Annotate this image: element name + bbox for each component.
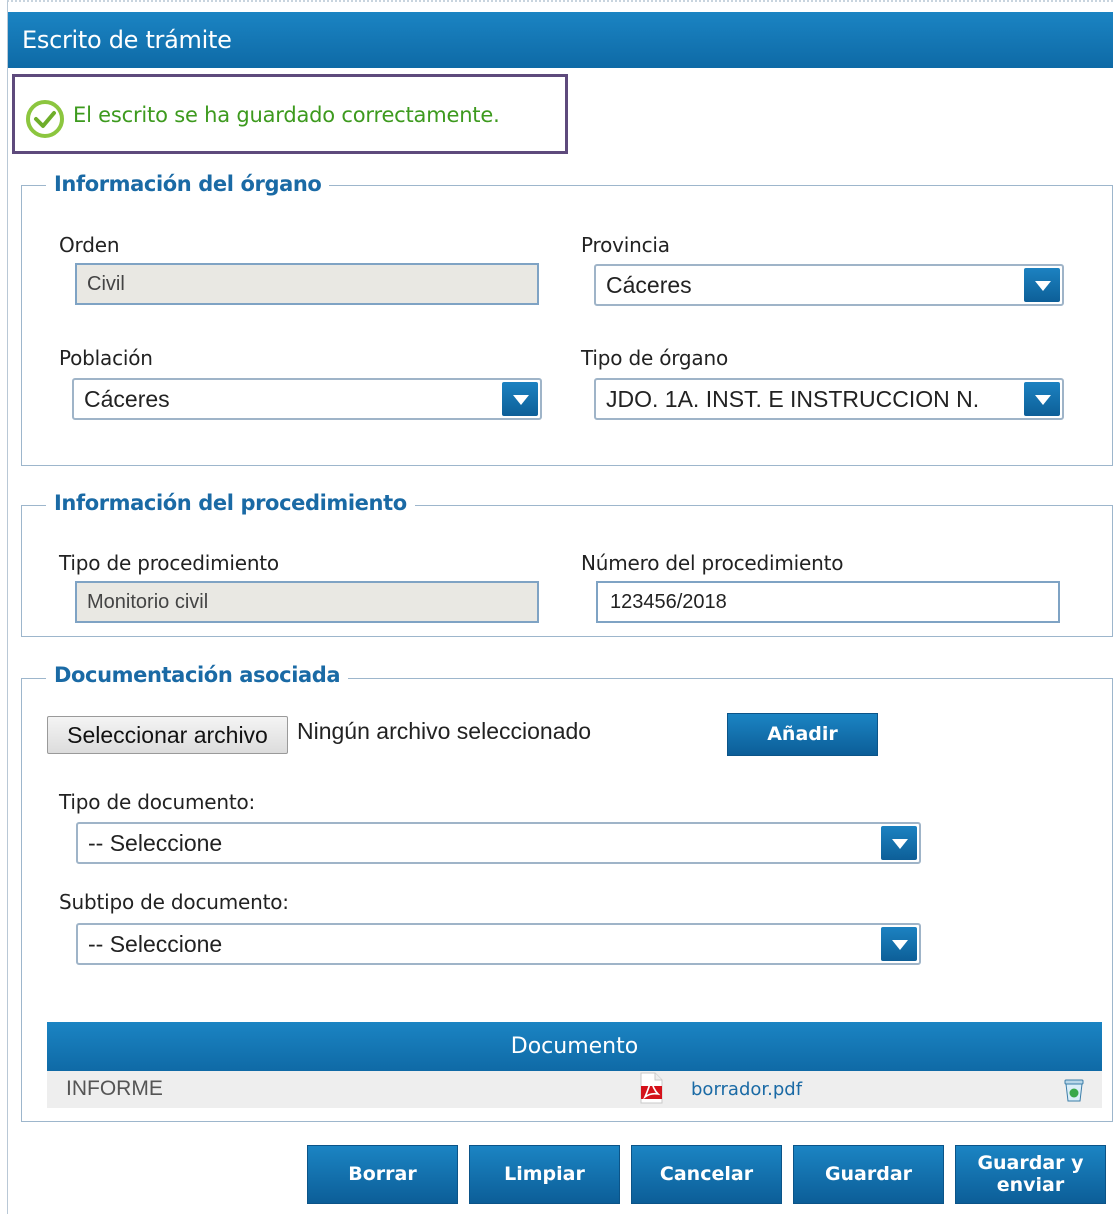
select-file-button[interactable]: Seleccionar archivo bbox=[47, 716, 288, 754]
organo-legend: Información del órgano bbox=[46, 172, 330, 196]
numero-procedimiento-input[interactable]: 123456/2018 bbox=[596, 581, 1060, 623]
success-notice: El escrito se ha guardado correctamente. bbox=[12, 74, 568, 154]
poblacion-value: Cáceres bbox=[84, 386, 170, 412]
file-status: Ningún archivo seleccionado bbox=[297, 718, 592, 744]
tipo-documento-select[interactable]: -- Seleccione bbox=[76, 822, 921, 864]
provincia-select[interactable]: Cáceres bbox=[594, 264, 1064, 306]
table-row: INFORME borrador.pdf bbox=[47, 1071, 1102, 1108]
poblacion-label: Población bbox=[59, 346, 153, 370]
save-and-send-line1: Guardar y bbox=[977, 1151, 1084, 1174]
procedimiento-legend: Información del procedimiento bbox=[46, 491, 415, 515]
provincia-value: Cáceres bbox=[606, 272, 692, 298]
window-title: Escrito de trámite bbox=[8, 12, 1113, 68]
tipo-organo-value: JDO. 1A. INST. E INSTRUCCION N. bbox=[606, 386, 980, 412]
subtipo-documento-label: Subtipo de documento: bbox=[59, 890, 289, 914]
chevron-down-icon[interactable] bbox=[1024, 268, 1060, 302]
delete-button[interactable]: Borrar bbox=[307, 1145, 458, 1204]
tipo-documento-label: Tipo de documento: bbox=[59, 790, 256, 814]
tipo-procedimiento-field: Monitorio civil bbox=[75, 581, 539, 623]
tipo-procedimiento-label: Tipo de procedimiento bbox=[59, 551, 279, 575]
save-button[interactable]: Guardar bbox=[793, 1145, 944, 1204]
orden-label: Orden bbox=[59, 233, 120, 257]
chevron-down-icon[interactable] bbox=[502, 382, 538, 416]
tipo-documento-value: -- Seleccione bbox=[88, 830, 223, 856]
add-button[interactable]: Añadir bbox=[727, 713, 878, 756]
success-message: El escrito se ha guardado correctamente. bbox=[73, 103, 500, 127]
document-type: INFORME bbox=[66, 1077, 163, 1100]
orden-field: Civil bbox=[75, 263, 539, 305]
clear-button[interactable]: Limpiar bbox=[469, 1145, 620, 1204]
save-and-send-line2: enviar bbox=[996, 1173, 1065, 1196]
documents-table-header: Documento bbox=[47, 1022, 1102, 1071]
chevron-down-icon[interactable] bbox=[881, 826, 917, 860]
document-file-link[interactable]: borrador.pdf bbox=[691, 1079, 802, 1100]
numero-procedimiento-label: Número del procedimiento bbox=[581, 551, 844, 575]
subtipo-documento-value: -- Seleccione bbox=[88, 931, 223, 957]
documentacion-legend: Documentación asociada bbox=[46, 663, 349, 687]
save-and-send-button[interactable]: Guardar y enviar bbox=[955, 1145, 1106, 1204]
tipo-organo-select[interactable]: JDO. 1A. INST. E INSTRUCCION N. bbox=[594, 378, 1064, 420]
pdf-icon[interactable] bbox=[638, 1072, 664, 1104]
tipo-organo-label: Tipo de órgano bbox=[581, 346, 728, 370]
chevron-down-icon[interactable] bbox=[881, 927, 917, 961]
delete-icon[interactable] bbox=[1062, 1077, 1086, 1103]
provincia-label: Provincia bbox=[581, 233, 670, 257]
organo-section bbox=[21, 185, 1113, 466]
poblacion-select[interactable]: Cáceres bbox=[72, 378, 542, 420]
subtipo-documento-select[interactable]: -- Seleccione bbox=[76, 923, 921, 965]
chevron-down-icon[interactable] bbox=[1024, 382, 1060, 416]
check-circle-icon bbox=[26, 100, 64, 138]
cancel-button[interactable]: Cancelar bbox=[631, 1145, 782, 1204]
